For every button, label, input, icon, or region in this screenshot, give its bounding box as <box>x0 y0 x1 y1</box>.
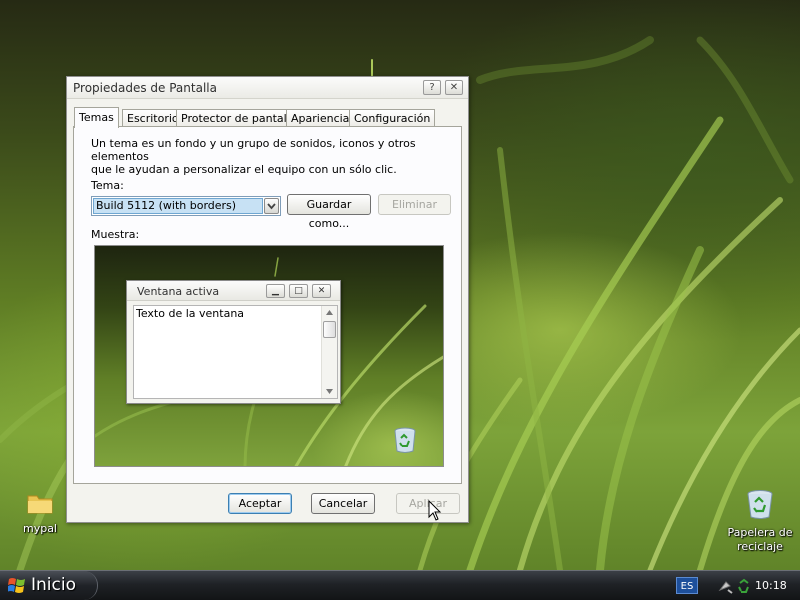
desktop-icon-mypal[interactable]: mypal <box>5 490 75 536</box>
close-button[interactable]: ✕ <box>445 80 463 95</box>
tab-apariencia[interactable]: Apariencia <box>286 109 355 127</box>
sample-label: Muestra: <box>91 228 140 241</box>
recycle-tray-icon[interactable] <box>736 578 752 594</box>
preview-title-bar: Ventana activa ▁ □ ✕ <box>127 281 340 301</box>
desktop-icon-label-2: reciclaje <box>737 540 783 553</box>
desktop-icon-label: Papelera de <box>727 526 793 539</box>
description-line-2: que le ayudan a personalizar el equipo c… <box>91 163 397 176</box>
preview-scrollbar <box>321 306 337 398</box>
tab-temas[interactable]: Temas <box>74 107 119 128</box>
close-icon: ✕ <box>312 284 331 298</box>
recycle-bin-icon <box>394 427 416 453</box>
theme-select[interactable]: Build 5112 (with borders) <box>91 196 281 216</box>
scroll-up-icon <box>326 310 333 315</box>
preview-window-title: Ventana activa <box>137 285 220 298</box>
safely-remove-hardware-icon[interactable] <box>718 578 734 594</box>
dialog-title: Propiedades de Pantalla <box>73 81 217 95</box>
delete-button[interactable]: Eliminar <box>378 194 451 215</box>
windows-logo-icon <box>8 578 25 593</box>
display-properties-dialog: Propiedades de Pantalla ? ✕ Temas Escrit… <box>66 76 469 523</box>
desktop-icon-label: mypal <box>22 522 57 535</box>
preview-active-window: Ventana activa ▁ □ ✕ Texto de la ventana <box>126 280 341 404</box>
theme-select-value: Build 5112 (with borders) <box>93 198 263 214</box>
clock[interactable]: 10:18 <box>755 579 787 592</box>
taskbar: Inicio ES 10:18 <box>0 570 800 600</box>
description-line-1: Un tema es un fondo y un grupo de sonido… <box>91 137 416 163</box>
cancel-button[interactable]: Cancelar <box>311 493 375 514</box>
maximize-icon: □ <box>289 284 308 298</box>
scroll-down-icon <box>326 389 333 394</box>
help-button[interactable]: ? <box>423 80 441 95</box>
tab-configuracion[interactable]: Configuración <box>349 109 436 127</box>
tab-panel-temas: Un tema es un fondo y un grupo de sonido… <box>73 126 462 484</box>
dialog-title-bar[interactable]: Propiedades de Pantalla ? ✕ <box>67 77 468 99</box>
chevron-down-icon[interactable] <box>264 198 279 214</box>
save-as-button[interactable]: Guardar como... <box>287 194 371 230</box>
recycle-bin-icon <box>747 490 773 519</box>
minimize-icon: ▁ <box>266 284 285 298</box>
start-label: Inicio <box>31 575 76 595</box>
accept-button[interactable]: Aceptar <box>228 493 292 514</box>
folder-icon <box>27 495 53 514</box>
theme-preview: Ventana activa ▁ □ ✕ Texto de la ventana <box>94 245 444 467</box>
language-indicator[interactable]: ES <box>676 577 698 594</box>
tab-protector-de-pantalla[interactable]: Protector de pantalla <box>176 109 302 127</box>
tab-escritorio[interactable]: Escritorio <box>122 109 184 127</box>
preview-window-text: Texto de la ventana <box>136 307 245 320</box>
mouse-cursor-icon <box>428 500 442 521</box>
theme-description: Un tema es un fondo y un grupo de sonido… <box>91 137 451 176</box>
theme-label: Tema: <box>91 179 124 192</box>
preview-text-area: Texto de la ventana <box>133 305 338 399</box>
start-button[interactable]: Inicio <box>0 571 98 600</box>
desktop-icon-recycle-bin[interactable]: Papelera de reciclaje <box>725 488 795 554</box>
scroll-thumb <box>323 321 336 338</box>
